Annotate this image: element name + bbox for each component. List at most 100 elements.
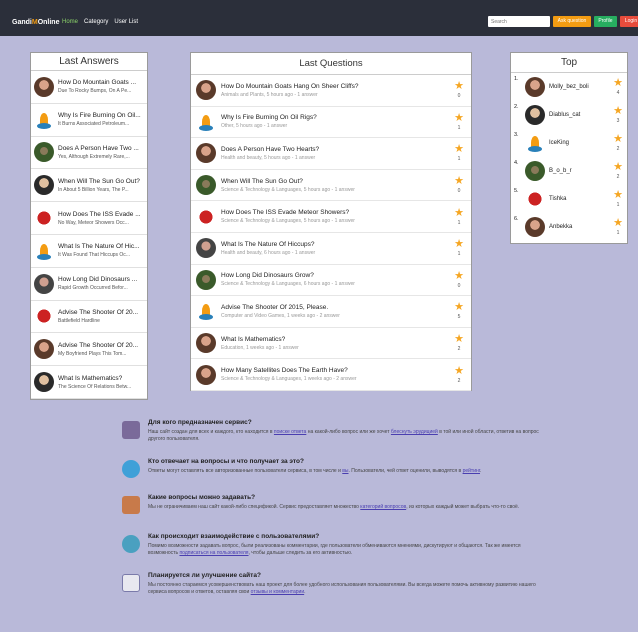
top-user-row[interactable]: 3. IceKing ★ 2: [511, 129, 627, 157]
faq-link[interactable]: отзывы и комментарии: [251, 589, 305, 595]
list-item[interactable]: When Will The Sun Go Out? In About 5 Bill…: [31, 169, 147, 203]
avatar: [196, 206, 216, 227]
faq-text: .: [304, 589, 306, 595]
star-icon[interactable]: ★: [453, 334, 465, 345]
user-name[interactable]: Tishka: [549, 196, 612, 202]
nav-user-list[interactable]: User List: [114, 19, 138, 25]
answer-title[interactable]: Why Is Fire Burning On Oil...: [58, 112, 146, 119]
rocket-icon: [37, 112, 51, 129]
answer-snippet: In About 5 Billion Years, The P...: [58, 186, 129, 193]
question-row[interactable]: What Is Mathematics? Education, 1 weeks a…: [191, 328, 471, 360]
star-icon[interactable]: ★: [453, 81, 465, 92]
question-title[interactable]: What Is Mathematics?: [221, 336, 453, 343]
question-row[interactable]: Does A Person Have Two Hearts? Health and…: [191, 138, 471, 170]
answer-title[interactable]: How Does The ISS Evade ...: [58, 211, 146, 218]
question-title[interactable]: Advise The Shooter Of 2015, Please.: [221, 304, 453, 311]
star-icon[interactable]: ★: [453, 239, 465, 250]
question-title[interactable]: When Will The Sun Go Out?: [221, 178, 453, 185]
user-name[interactable]: B_o_b_r: [549, 168, 612, 174]
profile-button[interactable]: Profile: [594, 16, 617, 27]
panel-title: Last Questions: [191, 53, 471, 75]
faq-link[interactable]: категорий вопросов: [360, 504, 406, 510]
question-row[interactable]: Why Is Fire Burning On Oil Rigs? Other, 5…: [191, 107, 471, 139]
star-icon[interactable]: ★: [453, 112, 465, 124]
star-icon[interactable]: ★: [453, 302, 465, 313]
question-row[interactable]: How Does The ISS Evade Meteor Showers? Sc…: [191, 201, 471, 233]
faq-title: Какие вопросы можно задавать?: [148, 494, 256, 501]
answer-title[interactable]: How Do Mountain Goats ...: [58, 79, 146, 86]
user-name[interactable]: Molly_bez_boli: [549, 84, 612, 90]
user-name[interactable]: Anbekka: [549, 224, 612, 230]
logo-text: Gandi: [12, 19, 32, 26]
list-item[interactable]: How Do Mountain Goats ... Due To Rocky Bu…: [31, 71, 147, 104]
faq-title: Кто отвечает на вопросы и что получает з…: [148, 458, 304, 465]
question-row[interactable]: Advise The Shooter Of 2015, Please. Compu…: [191, 296, 471, 328]
star-icon[interactable]: ★: [453, 365, 465, 377]
faq-text: на какой-либо вопрос или же хочет: [306, 429, 391, 435]
site-logo[interactable]: GandiMOnline: [12, 19, 59, 26]
faq-text: , чтобы дальше следить за его активность…: [248, 550, 353, 556]
top-user-row[interactable]: 2. Diablus_cat ★ 3: [511, 101, 627, 129]
rank-number: 2.: [514, 104, 519, 110]
avatar: [34, 142, 54, 163]
answer-title[interactable]: What Is The Nature Of Hic...: [58, 243, 146, 250]
question-title[interactable]: How Long Did Dinosaurs Grow?: [221, 272, 453, 279]
list-item[interactable]: Why Is Fire Burning On Oil... It Burns As…: [31, 104, 147, 137]
question-row[interactable]: How Many Satellites Does The Earth Have?…: [191, 359, 471, 391]
list-item[interactable]: Advise The Shooter Of 20... Battlefield H…: [31, 301, 147, 334]
faq-link[interactable]: подписаться на пользователя: [179, 550, 248, 556]
faq-link[interactable]: рейтинг: [463, 468, 480, 474]
top-user-row[interactable]: 5. Tishka ★ 1: [511, 185, 627, 213]
person-icon: [122, 421, 140, 439]
question-meta: Science & Technology & Languages, 1 week…: [221, 376, 357, 383]
answer-title[interactable]: What Is Mathematics?: [58, 375, 146, 382]
answer-title[interactable]: Advise The Shooter Of 20...: [58, 342, 146, 349]
question-title[interactable]: What Is The Nature Of Hiccups?: [221, 241, 453, 248]
list-item[interactable]: What Is Mathematics? The Science Of Relat…: [31, 366, 147, 399]
question-meta: Education, 1 weeks ago - 1 answer: [221, 344, 299, 351]
faq-link[interactable]: блеснуть эрудицией: [391, 429, 438, 435]
question-title[interactable]: How Many Satellites Does The Earth Have?: [221, 367, 453, 374]
list-item[interactable]: What Is The Nature Of Hic... It Was Found…: [31, 235, 147, 268]
avatar: [525, 189, 545, 209]
answer-title[interactable]: Advise The Shooter Of 20...: [58, 309, 146, 316]
avatar: [34, 339, 54, 360]
faq-link[interactable]: поиске ответа: [274, 429, 306, 435]
nav-category[interactable]: Category: [84, 19, 108, 25]
login-button[interactable]: Login: [620, 16, 638, 27]
user-name[interactable]: IceKing: [549, 140, 612, 146]
list-item[interactable]: How Does The ISS Evade ... No Way, Meteor…: [31, 202, 147, 235]
panel-title: Top: [511, 53, 627, 73]
list-item[interactable]: How Long Did Dinosaurs ... Rapid Growth O…: [31, 268, 147, 301]
star-icon[interactable]: ★: [453, 207, 465, 219]
top-users-panel: Top 1. Molly_bez_boli ★ 4 2. Diablus_cat ★ 3 3…: [510, 52, 628, 244]
user-name[interactable]: Diablus_cat: [549, 112, 612, 118]
question-title[interactable]: Does A Person Have Two Hearts?: [221, 146, 453, 153]
list-item[interactable]: Advise The Shooter Of 20... My Boyfriend …: [31, 333, 147, 367]
answer-title[interactable]: Does A Person Have Two ...: [58, 145, 146, 152]
star-icon: ★: [613, 189, 623, 201]
question-title[interactable]: How Do Mountain Goats Hang On Sheer Clif…: [221, 83, 453, 90]
answer-title[interactable]: How Long Did Dinosaurs ...: [58, 276, 146, 283]
question-meta: Science & Technology & Languages, 5 hour…: [221, 218, 355, 225]
question-row[interactable]: When Will The Sun Go Out? Science & Techn…: [191, 170, 471, 202]
answer-title[interactable]: When Will The Sun Go Out?: [58, 178, 146, 185]
answer-snippet: The Science Of Relations Betw...: [58, 383, 132, 390]
search-input[interactable]: [488, 16, 550, 27]
user-score: 4: [616, 90, 620, 96]
list-item[interactable]: Does A Person Have Two ... Yes, Although …: [31, 137, 147, 170]
top-user-row[interactable]: 4. B_o_b_r ★ 2: [511, 157, 627, 185]
question-title[interactable]: Why Is Fire Burning On Oil Rigs?: [221, 114, 453, 121]
star-icon: ★: [613, 105, 623, 117]
ask-question-button[interactable]: Ask question: [553, 16, 591, 27]
nav-home[interactable]: Home: [62, 19, 78, 25]
question-row[interactable]: How Long Did Dinosaurs Grow? Science & Te…: [191, 265, 471, 297]
top-user-row[interactable]: 1. Molly_bez_boli ★ 4: [511, 73, 627, 101]
question-row[interactable]: How Do Mountain Goats Hang On Sheer Clif…: [191, 75, 471, 107]
top-user-row[interactable]: 6. Anbekka ★ 1: [511, 213, 627, 241]
question-row[interactable]: What Is The Nature Of Hiccups? Health and…: [191, 233, 471, 265]
question-title[interactable]: How Does The ISS Evade Meteor Showers?: [221, 209, 453, 216]
star-icon[interactable]: ★: [453, 176, 465, 187]
star-icon[interactable]: ★: [453, 270, 465, 282]
star-icon[interactable]: ★: [453, 144, 465, 155]
